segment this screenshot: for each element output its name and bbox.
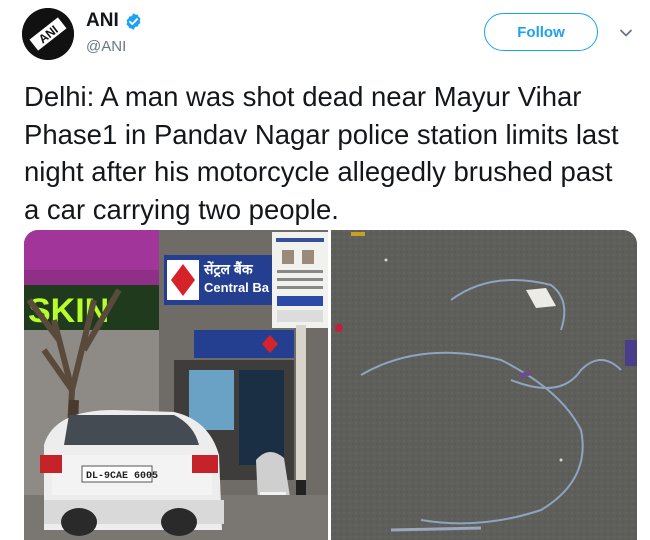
chevron-down-icon[interactable] <box>618 25 634 41</box>
license-plate: DL-9CAE 6005 <box>86 471 158 482</box>
verified-badge-icon <box>126 13 141 30</box>
account-handle[interactable]: @ANI <box>86 37 126 57</box>
ani-avatar[interactable]: ANI <box>22 8 74 60</box>
tweet-header: ANI ANI @ANI Follow <box>0 0 650 78</box>
photo-crime-scene-road[interactable] <box>331 230 637 540</box>
photo-street-scene[interactable]: SKIN सेंट्रल बैंक Central Ba DL-9CAE 600… <box>24 230 328 540</box>
bank-sign-hindi: सेंट्रल बैंक <box>203 261 254 278</box>
tweet-text: Delhi: A man was shot dead near Mayur Vi… <box>24 81 619 225</box>
account-name[interactable]: ANI <box>86 9 119 33</box>
bank-sign-text: Central Ba <box>204 280 270 295</box>
tweet-media[interactable]: SKIN सेंट्रल बैंक Central Ba DL-9CAE 600… <box>24 230 637 540</box>
ani-logo-icon: ANI <box>22 8 74 60</box>
follow-button[interactable]: Follow <box>484 13 598 51</box>
